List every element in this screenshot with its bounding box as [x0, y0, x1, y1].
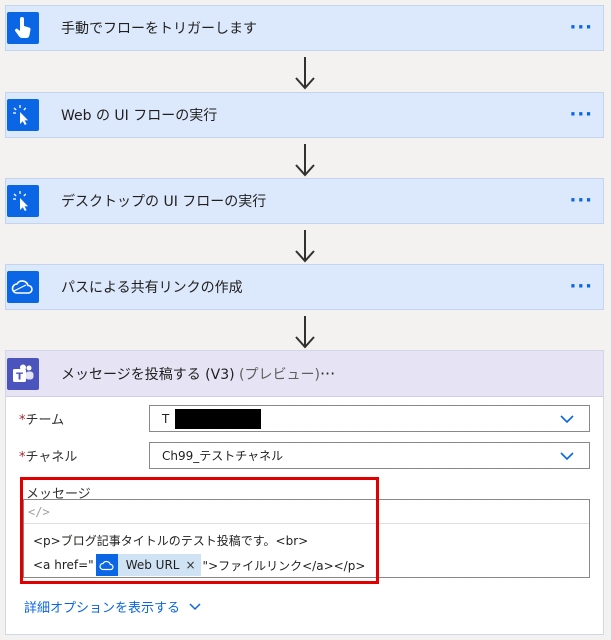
cursor-click-icon — [7, 185, 39, 217]
step-header[interactable]: T メッセージを投稿する (V3) (プレビュー) ··· — [6, 351, 603, 397]
show-advanced-options-link[interactable]: 詳細オプションを表示する — [24, 597, 202, 616]
redacted-block — [175, 409, 261, 429]
more-options-icon[interactable]: ··· — [569, 192, 593, 210]
chevron-down-icon — [560, 415, 574, 424]
svg-text:T: T — [16, 371, 23, 382]
message-line: <p>ブログ記事タイトルのテスト投稿です。<br> — [33, 532, 308, 549]
cursor-click-icon — [7, 99, 39, 131]
advanced-options-label: 詳細オプションを表示する — [24, 601, 181, 616]
chevron-down-icon — [189, 602, 201, 610]
step-title: デスクトップの UI フローの実行 — [61, 194, 267, 210]
channel-value: Ch99_テストチャネル — [162, 449, 284, 463]
message-text: ">ファイルリンク</a></p> — [202, 558, 366, 573]
more-options-icon[interactable]: ··· — [320, 364, 335, 383]
team-value: T — [162, 411, 170, 426]
step-card-create-share-link[interactable]: パスによる共有リンクの作成 ··· — [5, 264, 604, 310]
channel-label: *チャネル — [19, 450, 78, 465]
message-line: <a href=" Web URL × ">ファイルリンク</a></p> — [33, 554, 365, 576]
arrow-down-icon — [295, 144, 315, 177]
arrow-down-icon — [295, 57, 315, 90]
message-text: <p>ブログ記事タイトルのテスト投稿です。<br> — [33, 534, 309, 548]
arrow-down-icon — [295, 230, 315, 263]
step-card-web-ui-flow[interactable]: Web の UI フローの実行 ··· — [5, 92, 604, 138]
hand-touch-icon — [7, 12, 39, 44]
step-card-post-message: T メッセージを投稿する (V3) (プレビュー) ··· *チーム T *チャ… — [5, 350, 604, 635]
editor-toolbar: </> — [24, 500, 589, 524]
message-text: <a href=" — [33, 558, 94, 572]
teams-icon: T — [7, 357, 39, 390]
more-options-icon[interactable]: ··· — [569, 106, 593, 124]
step-title: Web の UI フローの実行 — [61, 108, 218, 124]
message-editor[interactable]: </> <p>ブログ記事タイトルのテスト投稿です。<br> <a href=" … — [23, 499, 590, 578]
step-title: 手動でフローをトリガーします — [61, 21, 257, 37]
step-card-manual-trigger[interactable]: 手動でフローをトリガーします ··· — [5, 5, 604, 51]
team-label: *チーム — [19, 413, 65, 428]
dynamic-content-token[interactable]: Web URL × — [95, 554, 201, 576]
step-card-desktop-ui-flow[interactable]: デスクトップの UI フローの実行 ··· — [5, 178, 604, 224]
code-view-icon[interactable]: </> — [28, 505, 50, 519]
more-options-icon[interactable]: ··· — [569, 19, 593, 37]
arrow-down-icon — [295, 316, 315, 349]
remove-token-icon[interactable]: × — [185, 558, 200, 572]
team-dropdown[interactable]: T — [149, 405, 590, 432]
step-title: メッセージを投稿する (V3) (プレビュー) — [61, 366, 320, 383]
onedrive-cloud-icon — [7, 271, 39, 303]
step-title: パスによる共有リンクの作成 — [61, 280, 243, 296]
channel-dropdown[interactable]: Ch99_テストチャネル — [149, 442, 590, 469]
onedrive-cloud-icon — [95, 554, 118, 576]
more-options-icon[interactable]: ··· — [569, 278, 593, 296]
chevron-down-icon — [560, 452, 574, 461]
token-label: Web URL — [125, 558, 180, 572]
